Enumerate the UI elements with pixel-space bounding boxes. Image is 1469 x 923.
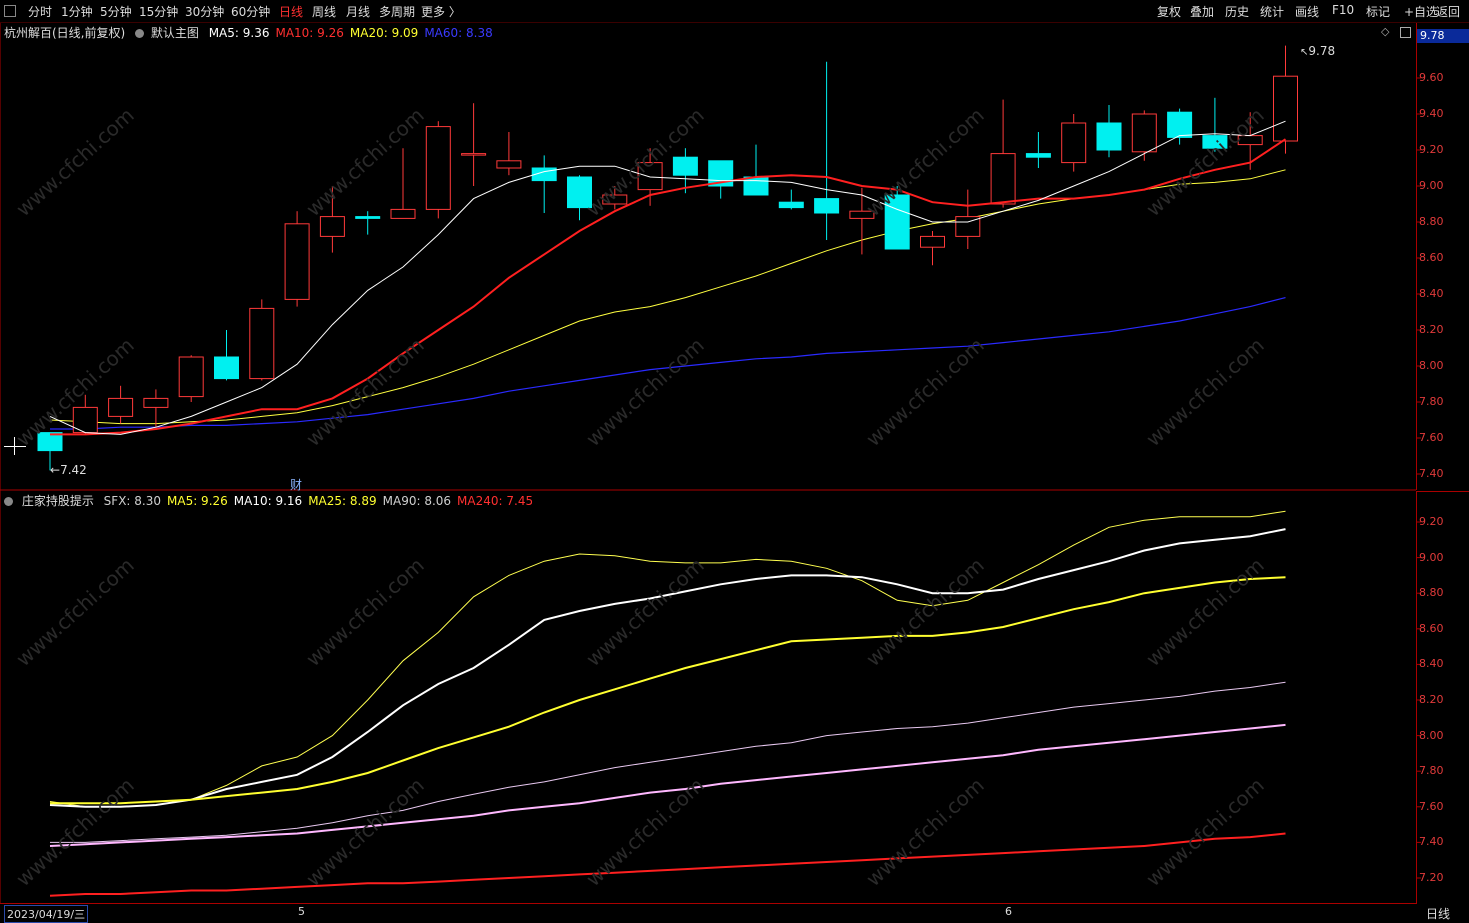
candle-body-18	[672, 156, 698, 176]
period-label: 日线	[1426, 907, 1451, 921]
candle-body-29	[1061, 122, 1087, 164]
candle-body-8	[319, 216, 345, 237]
indicator-line-ma5	[49, 510, 1286, 808]
high-price-label: ↖9.78	[1300, 44, 1336, 58]
candle-body-10	[390, 208, 416, 219]
indicator-line-ma90	[49, 723, 1286, 847]
candle-body-13	[496, 160, 522, 169]
main-ytick-7: 8.20	[1419, 323, 1444, 336]
main-ytick-8: 8.00	[1419, 359, 1444, 372]
indicator-line-ma25	[50, 576, 1286, 805]
candle-body-20	[743, 176, 769, 196]
ma10-line	[50, 138, 1287, 436]
sub-ytick-8: 7.60	[1419, 799, 1444, 813]
candle-body-3	[143, 397, 169, 408]
candle-body-5	[214, 356, 239, 380]
indicator-line-ma240	[49, 832, 1286, 897]
sub-ytick-3: 8.60	[1419, 621, 1444, 635]
candle-body-25	[920, 235, 945, 248]
indicator-line-ma10	[49, 528, 1286, 808]
main-ytick-11: 7.40	[1419, 467, 1444, 480]
main-ytick-1: 9.40	[1419, 107, 1444, 120]
finance-marker[interactable]: 财	[290, 476, 302, 493]
candle-body-11	[425, 126, 451, 210]
main-ytick-6: 8.40	[1419, 287, 1444, 300]
main-ytick-0: 9.60	[1419, 71, 1444, 84]
main-ytick-10: 7.60	[1419, 431, 1444, 444]
main-ytick-4: 8.80	[1419, 215, 1444, 228]
main-ytick-9: 7.80	[1419, 395, 1444, 408]
sub-ytick-9: 7.40	[1419, 835, 1444, 849]
sub-ytick-10: 7.20	[1419, 871, 1444, 884]
candle-body-2	[108, 397, 134, 417]
sub-ytick-0: 9.20	[1419, 515, 1444, 528]
low-price-label: ←7.42	[50, 463, 87, 477]
sub-ytick-4: 8.40	[1419, 657, 1444, 671]
candle-body-32	[1167, 111, 1193, 138]
candle-body-28	[1025, 153, 1051, 158]
candle-body-6	[249, 307, 275, 380]
month-5-label: 5	[298, 905, 305, 918]
main-ytick-5: 8.60	[1419, 251, 1444, 264]
sub-ytick-1: 9.00	[1419, 550, 1444, 564]
first-date-label: 2023/04/19/三	[4, 905, 89, 923]
candle-body-35	[1273, 75, 1298, 142]
candle-body-31	[1131, 113, 1157, 153]
main-ytick-3: 9.00	[1419, 179, 1444, 192]
month-6-label: 6	[1005, 905, 1012, 918]
main-ytick-2: 9.20	[1419, 143, 1444, 156]
sub-ytick-7: 7.80	[1419, 764, 1444, 778]
sub-ytick-2: 8.80	[1419, 586, 1444, 600]
candle-body-4	[178, 356, 204, 398]
sub-ytick-5: 8.20	[1419, 693, 1444, 706]
candle-body-21	[778, 201, 804, 209]
date-axis: 2023/04/19/三 5 6	[0, 903, 1416, 923]
candle-body-7	[284, 223, 310, 300]
sub-ytick-6: 8.00	[1419, 728, 1444, 742]
candle-body-9	[355, 216, 381, 219]
candle-body-30	[1096, 122, 1122, 151]
candle-body-27	[990, 153, 1016, 205]
candle-body-12	[461, 153, 487, 156]
candle-body-22	[814, 198, 840, 214]
